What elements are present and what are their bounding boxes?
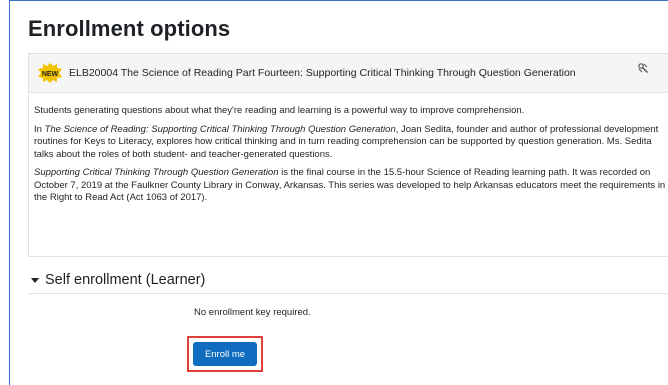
summary-p3-title: Supporting Critical Thinking Through Que… bbox=[34, 167, 279, 178]
course-info-box: NEW ELB20004 The Science of Reading Part… bbox=[28, 53, 668, 257]
no-enrollment-key-text: No enrollment key required. bbox=[194, 307, 311, 318]
new-badge-text: NEW bbox=[42, 71, 59, 78]
summary-paragraph-2: In The Science of Reading: Supporting Cr… bbox=[34, 124, 666, 162]
summary-paragraph-1: Students generating questions about what… bbox=[34, 105, 525, 116]
caret-down-icon[interactable] bbox=[31, 277, 39, 283]
course-summary: Students generating questions about what… bbox=[29, 93, 668, 205]
self-enrollment-section-header[interactable]: Self enrollment (Learner) bbox=[31, 272, 205, 288]
course-header: NEW ELB20004 The Science of Reading Part… bbox=[29, 54, 668, 93]
gear-tools-icon[interactable] bbox=[637, 62, 649, 74]
summary-p2-prefix: In bbox=[34, 123, 45, 135]
page-title: Enrollment options bbox=[28, 16, 231, 41]
course-name[interactable]: ELB20004 The Science of Reading Part Fou… bbox=[69, 67, 576, 79]
enroll-me-button[interactable]: Enroll me bbox=[193, 342, 257, 366]
section-title[interactable]: Self enrollment (Learner) bbox=[45, 272, 205, 288]
summary-paragraph-3: Supporting Critical Thinking Through Que… bbox=[34, 167, 666, 205]
section-divider bbox=[28, 293, 668, 294]
summary-p2-title: The Science of Reading: Supporting Criti… bbox=[44, 123, 396, 135]
new-badge-icon: NEW bbox=[38, 63, 62, 83]
